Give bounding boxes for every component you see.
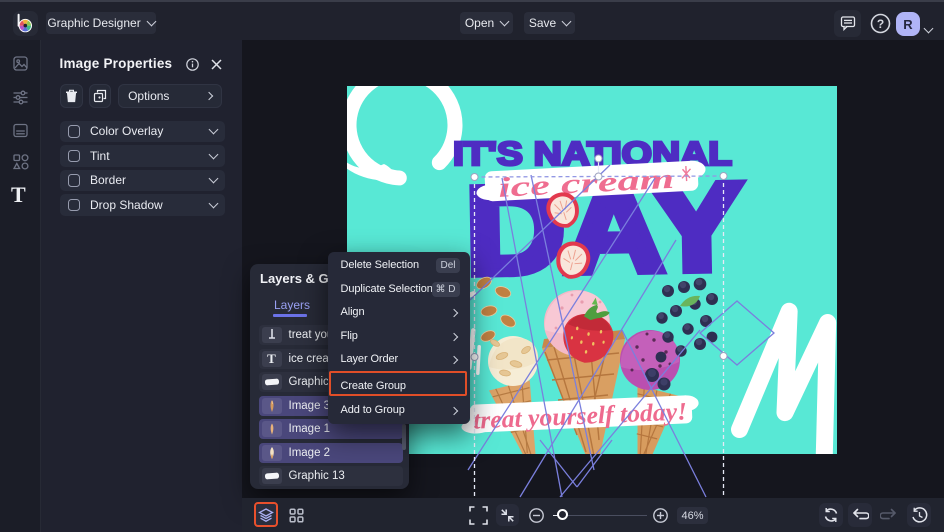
- svg-text:?: ?: [877, 17, 884, 31]
